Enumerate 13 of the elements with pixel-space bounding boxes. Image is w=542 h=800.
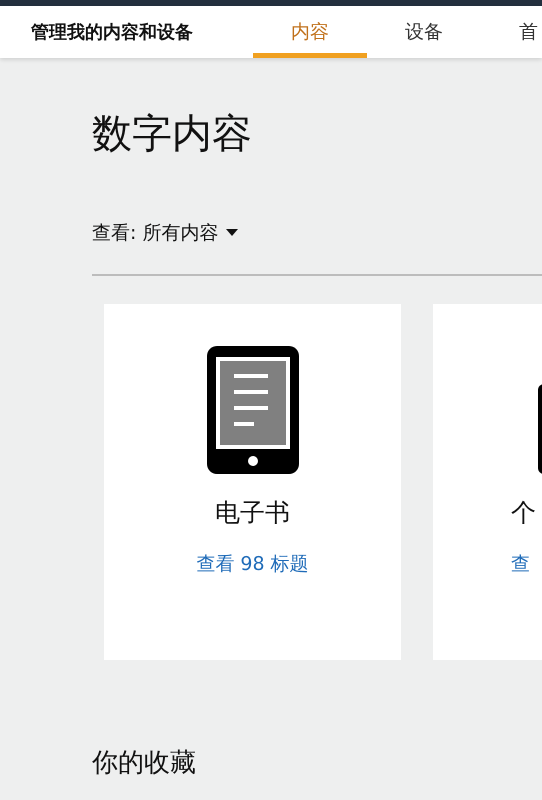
nav-tab[interactable]: 首 xyxy=(481,6,542,58)
view-titles-link[interactable]: 查 xyxy=(511,551,530,577)
page-title: 管理我的内容和设备 xyxy=(31,21,194,44)
filter-dropdown[interactable]: 查看: 所有内容 xyxy=(92,220,238,246)
nav-tab[interactable]: 内容 xyxy=(253,6,367,58)
nav-tab[interactable]: 设备 xyxy=(367,6,481,58)
section-heading: 你的收藏 xyxy=(92,748,197,778)
page-heading: 数字内容 xyxy=(92,110,253,159)
view-titles-link[interactable]: 查看 98 标题 xyxy=(196,551,309,577)
ereader-icon xyxy=(206,346,298,474)
caret-icon xyxy=(226,229,238,237)
card-title: 电子书 xyxy=(215,497,290,529)
card-title: 个 xyxy=(511,497,536,529)
